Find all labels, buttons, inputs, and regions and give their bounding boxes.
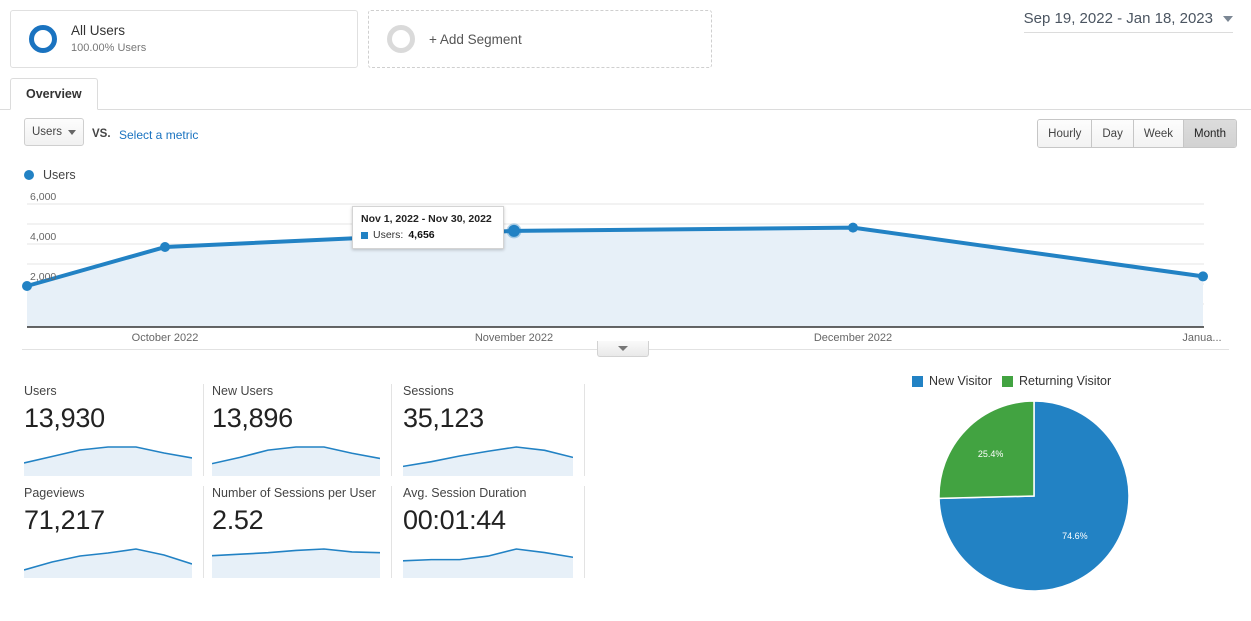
segment-all-users-text: All Users 100.00% Users <box>71 23 146 56</box>
y-axis-tick-6000: 6,000 <box>30 191 57 204</box>
pie-slice-percent-new: 74.6% <box>1062 531 1088 542</box>
vs-label: VS. <box>92 128 111 140</box>
metric-card-pageviews[interactable]: Pageviews 71,217 <box>24 486 204 578</box>
segment-all-users-title: All Users <box>71 22 126 38</box>
granularity-day-button[interactable]: Day <box>1092 120 1134 147</box>
pie-chart-legend: New Visitor Returning Visitor <box>912 374 1111 388</box>
metric-card-title: Users <box>24 384 57 398</box>
metric-card-title: Avg. Session Duration <box>403 486 527 500</box>
x-axis-tick-november: November 2022 <box>474 332 554 344</box>
metric-card-sparkline <box>403 446 573 476</box>
legend-swatch-icon <box>912 375 923 387</box>
granularity-button-group: Hourly Day Week Month <box>1037 119 1237 148</box>
analytics-audience-overview-page: All Users 100.00% Users + Add Segment Se… <box>0 0 1251 621</box>
chart-collapse-handle[interactable] <box>597 341 649 357</box>
y-axis-tick-4000: 4,000 <box>30 231 57 244</box>
metric-card-title: New Users <box>212 384 274 398</box>
segment-all-users-subtitle: 100.00% Users <box>71 41 147 54</box>
pie-legend-returning-visitor[interactable]: Returning Visitor <box>1001 374 1112 388</box>
metric-card-value: 2.52 <box>212 505 264 535</box>
metric-card-users[interactable]: Users 13,930 <box>24 384 204 476</box>
metric-card-value: 13,930 <box>24 403 105 433</box>
segment-all-users[interactable]: All Users 100.00% Users <box>10 10 358 68</box>
metric-card-row-1: Users 13,930 New Users 13,896 Sessions 3… <box>0 384 600 486</box>
granularity-month-button[interactable]: Month <box>1184 120 1236 147</box>
pie-chart-svg <box>938 400 1130 592</box>
metric-card-new-users[interactable]: New Users 13,896 <box>212 384 392 476</box>
metric-select-value: Users <box>32 126 63 138</box>
metric-card-value: 13,896 <box>212 403 293 433</box>
y-axis-tick-2000: 2,000 <box>30 271 57 283</box>
tab-overview-label: Overview <box>26 87 82 101</box>
pie-legend-label: New Visitor <box>929 374 992 388</box>
x-axis-tick-december: December 2022 <box>813 332 893 344</box>
tooltip-metric-label: Users: <box>373 229 404 241</box>
metric-card-row-2: Pageviews 71,217 Number of Sessions per … <box>0 486 600 588</box>
users-over-time-chart[interactable]: 6,000 4,000 2,000 October 2022 November … <box>0 190 1251 350</box>
metric-card-sparkline <box>24 548 192 578</box>
chart-tooltip: Nov 1, 2022 - Nov 30, 2022 Users: 4,656 <box>352 206 504 249</box>
metric-card-title: Sessions <box>403 384 454 398</box>
metric-card-sessions[interactable]: Sessions 35,123 <box>403 384 585 476</box>
new-vs-returning-pie-chart[interactable]: 74.6% 25.4% <box>938 400 1130 597</box>
legend-swatch-icon <box>1001 375 1013 387</box>
add-segment-button[interactable]: + Add Segment <box>368 10 712 68</box>
date-range-text: Sep 19, 2022 - Jan 18, 2023 <box>1023 10 1213 27</box>
pie-legend-label: Returning Visitor <box>1018 374 1112 388</box>
chart-legend: Users <box>24 168 76 182</box>
metric-card-sparkline <box>403 548 573 578</box>
add-segment-label: + Add Segment <box>429 31 522 47</box>
x-axis-tick-october: October 2022 <box>131 332 199 344</box>
chart-legend-label: Users <box>43 168 76 182</box>
metric-card-value: 35,123 <box>403 403 484 433</box>
chevron-down-icon <box>1223 15 1233 22</box>
metric-card-title: Number of Sessions per User <box>212 486 376 500</box>
segment-ring-icon <box>29 25 57 53</box>
tab-strip: Overview <box>0 78 1251 110</box>
tooltip-metric-row: Users: 4,656 <box>361 229 495 241</box>
metric-card-value: 71,217 <box>24 505 105 535</box>
metric-card-sparkline <box>212 446 380 476</box>
metric-select-dropdown[interactable]: Users <box>24 118 84 146</box>
granularity-hourly-button[interactable]: Hourly <box>1038 120 1093 147</box>
tooltip-metric-value: 4,656 <box>408 229 435 241</box>
segment-ring-empty-icon <box>387 25 415 53</box>
select-a-metric-link[interactable]: Select a metric <box>119 128 198 142</box>
metric-card-sparkline <box>212 548 380 578</box>
metric-cards: Users 13,930 New Users 13,896 Sessions 3… <box>0 384 600 588</box>
chevron-down-icon <box>618 346 628 351</box>
granularity-week-button[interactable]: Week <box>1133 120 1185 147</box>
tooltip-swatch-icon <box>361 231 368 239</box>
metric-card-sparkline <box>24 446 192 476</box>
chevron-down-icon <box>68 129 76 135</box>
metric-card-sessions-per-user[interactable]: Number of Sessions per User 2.52 <box>212 486 392 578</box>
users-line-chart-svg <box>22 203 1208 328</box>
legend-dot-icon <box>24 170 34 180</box>
tooltip-date-range: Nov 1, 2022 - Nov 30, 2022 <box>361 213 492 225</box>
metric-card-title: Pageviews <box>24 486 85 500</box>
metric-card-avg-session-duration[interactable]: Avg. Session Duration 00:01:44 <box>403 486 585 578</box>
date-range-picker[interactable]: Sep 19, 2022 - Jan 18, 2023 <box>1023 10 1233 33</box>
x-axis-tick-january: Janua... <box>1182 332 1222 344</box>
pie-legend-new-visitor[interactable]: New Visitor <box>912 374 992 388</box>
metric-card-value: 00:01:44 <box>403 505 506 535</box>
pie-slice-percent-returning: 25.4% <box>977 448 1004 459</box>
tab-overview[interactable]: Overview <box>10 78 98 110</box>
